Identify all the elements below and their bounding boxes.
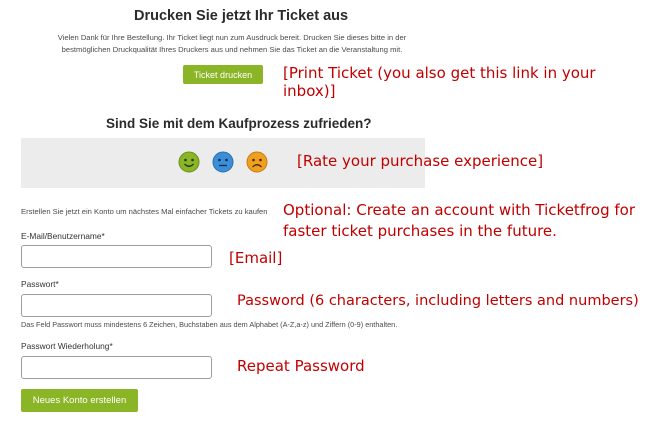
print-ticket-button[interactable]: Ticket drucken — [183, 65, 263, 84]
email-label: E-Mail/Benutzername* — [21, 231, 105, 241]
sad-face-icon[interactable] — [246, 151, 268, 178]
account-annotation-line1: Optional: Create an account with Ticketf… — [283, 201, 636, 219]
print-description-line1: Vielen Dank für Ihre Bestellung. Ihr Tic… — [57, 33, 407, 42]
rating-annotation: [Rate your purchase experience] — [297, 152, 544, 170]
account-annotation: Optional: Create an account with Ticketf… — [283, 200, 635, 242]
account-annotation-line2: faster ticket purchases in the future. — [283, 222, 557, 240]
neutral-face-icon[interactable] — [212, 151, 234, 178]
print-title: Drucken Sie jetzt Ihr Ticket aus — [134, 8, 349, 24]
repeat-password-annotation: Repeat Password — [237, 357, 365, 375]
email-field[interactable] — [21, 245, 212, 268]
password-hint: Das Feld Passwort muss mindestens 6 Zeic… — [21, 320, 398, 329]
email-annotation: [Email] — [229, 249, 283, 267]
account-intro: Erstellen Sie jetzt ein Konto um nächste… — [21, 207, 268, 216]
rating-title: Sind Sie mit dem Kaufprozess zufrieden? — [106, 116, 372, 131]
password-field[interactable] — [21, 294, 212, 317]
password-label: Passwort* — [21, 279, 59, 289]
password-annotation: Password (6 characters, including letter… — [237, 293, 639, 309]
create-account-button[interactable]: Neues Konto erstellen — [21, 389, 138, 412]
repeat-password-field[interactable] — [21, 356, 212, 379]
print-description-line2: bestmöglichen Druckqualität Ihres Drucke… — [61, 45, 403, 54]
print-description: Vielen Dank für Ihre Bestellung. Ihr Tic… — [47, 32, 417, 56]
repeat-password-label: Passwort Wiederholung* — [21, 341, 113, 351]
print-annotation: [Print Ticket (you also get this link in… — [283, 64, 596, 100]
happy-face-icon[interactable] — [178, 151, 200, 178]
